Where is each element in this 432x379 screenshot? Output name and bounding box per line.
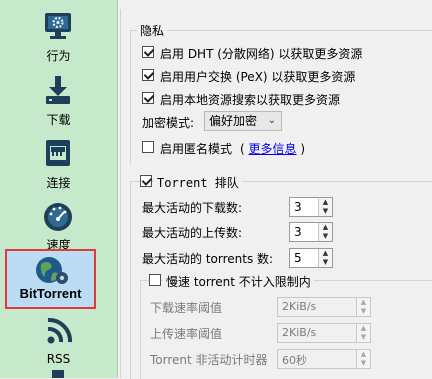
spin-up-icon[interactable]: ▲ xyxy=(357,324,370,333)
sidebar-item-behavior[interactable]: 行为 xyxy=(0,6,117,70)
spin-down-icon[interactable]: ▼ xyxy=(357,333,370,342)
spin-up-icon[interactable]: ▲ xyxy=(357,350,370,359)
max-downloads-value: 3 xyxy=(294,200,302,214)
lsd-checkbox[interactable] xyxy=(142,92,154,104)
spin-up-icon[interactable]: ▲ xyxy=(319,223,332,232)
anonymous-mode-checkbox[interactable] xyxy=(142,141,154,153)
download-icon xyxy=(46,76,70,104)
max-uploads-value: 3 xyxy=(294,225,302,239)
slow-torrents-checkbox[interactable] xyxy=(149,274,161,286)
monitor-gear-icon xyxy=(45,13,71,39)
inactivity-timer-spinbox[interactable]: 60秒 ▲ ▼ xyxy=(277,349,371,369)
paren-close: ) xyxy=(300,142,306,156)
download-threshold-spinbox[interactable]: 2KiB/s ▲ ▼ xyxy=(277,297,371,317)
sidebar-item-downloads[interactable]: 下载 xyxy=(0,70,117,134)
encryption-mode-value: 偏好加密 xyxy=(209,114,258,128)
spin-up-icon[interactable]: ▲ xyxy=(319,198,332,207)
max-torrents-spinbox[interactable]: 5 ▲ ▼ xyxy=(289,248,333,268)
network-port-icon xyxy=(46,140,70,166)
download-threshold-value: 2KiB/s xyxy=(282,300,317,313)
max-downloads-label: 最大活动的下载数: xyxy=(142,201,243,215)
sidebar-next-item-icon-partial xyxy=(52,370,64,378)
sidebar-item-label: RSS xyxy=(46,352,71,366)
pex-label: 启用用户交换 (PeX) 以获取更多资源 xyxy=(160,70,356,84)
download-threshold-label: 下载速率阈值 xyxy=(150,301,223,315)
globe-gear-icon xyxy=(36,257,68,284)
pex-checkbox[interactable] xyxy=(142,69,154,81)
inactivity-timer-label: Torrent 非活动计时器 xyxy=(150,353,268,367)
sidebar-item-label: 连接 xyxy=(46,176,71,190)
speedometer-icon xyxy=(44,203,72,231)
dht-checkbox[interactable] xyxy=(142,46,154,58)
sidebar: 行为 下载 连接 速度 BitTorrent RSS xyxy=(0,0,118,378)
torrent-queue-title: Torrent 排队 xyxy=(154,174,242,191)
max-downloads-spinbox[interactable]: 3 ▲ ▼ xyxy=(289,197,333,217)
max-uploads-label: 最大活动的上传数: xyxy=(142,226,243,240)
panel-divider xyxy=(120,9,121,378)
more-info-link[interactable]: 更多信息 xyxy=(249,142,297,156)
spin-down-icon[interactable]: ▼ xyxy=(357,307,370,316)
sidebar-item-label: 下载 xyxy=(46,113,71,127)
sidebar-item-bittorrent[interactable]: BitTorrent xyxy=(5,249,96,309)
sidebar-item-label: 行为 xyxy=(46,49,71,63)
upload-threshold-spinbox[interactable]: 2KiB/s ▲ ▼ xyxy=(277,323,371,343)
rss-icon xyxy=(47,317,73,344)
spin-up-icon[interactable]: ▲ xyxy=(319,249,332,258)
sidebar-item-connection[interactable]: 连接 xyxy=(0,133,117,197)
dht-label: 启用 DHT (分散网络) 以获取更多资源 xyxy=(160,47,363,61)
spin-down-icon[interactable]: ▼ xyxy=(319,207,332,216)
privacy-group-title: 隐私 xyxy=(137,22,168,39)
anonymous-mode-label: 启用匿名模式 xyxy=(160,142,233,156)
torrent-queue-checkbox[interactable] xyxy=(140,175,152,187)
sidebar-item-label: BitTorrent xyxy=(19,286,82,301)
slow-torrents-label: 慢速 torrent 不计入限制内 xyxy=(163,273,314,290)
more-info-wrapper: ( 更多信息 ) xyxy=(240,140,305,157)
lsd-label: 启用本地资源搜索以获取更多资源 xyxy=(160,93,341,107)
max-torrents-value: 5 xyxy=(294,251,302,265)
paren-open: ( xyxy=(240,142,245,156)
chevron-down-icon: ⌄ xyxy=(267,115,276,126)
encryption-mode-select[interactable]: 偏好加密 ⌄ xyxy=(204,111,282,131)
spin-down-icon[interactable]: ▼ xyxy=(319,232,332,241)
inactivity-timer-value: 60秒 xyxy=(282,354,307,367)
spin-down-icon[interactable]: ▼ xyxy=(357,359,370,368)
spin-up-icon[interactable]: ▲ xyxy=(357,298,370,307)
spin-down-icon[interactable]: ▼ xyxy=(319,258,332,267)
max-torrents-label: 最大活动的 torrents 数: xyxy=(142,252,274,266)
upload-threshold-value: 2KiB/s xyxy=(282,326,317,339)
encryption-mode-label: 加密模式: xyxy=(142,116,195,130)
max-uploads-spinbox[interactable]: 3 ▲ ▼ xyxy=(289,222,333,242)
upload-threshold-label: 上传速率阈值 xyxy=(150,327,223,341)
sidebar-item-rss[interactable]: RSS xyxy=(0,311,117,375)
